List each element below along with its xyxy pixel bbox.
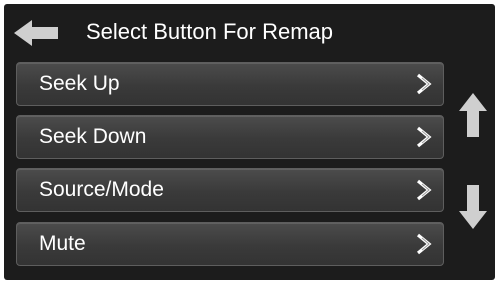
menu-item-label: Seek Down [39, 125, 147, 148]
menu-item-seek-up[interactable]: Seek Up [16, 62, 444, 106]
menu-item-label: Mute [39, 232, 86, 255]
chevron-right-icon [416, 179, 432, 201]
chevron-right-icon [416, 73, 432, 95]
menu-item-label: Source/Mode [39, 178, 164, 201]
menu-item-seek-down[interactable]: Seek Down [16, 115, 444, 159]
arrow-down-icon [459, 185, 487, 229]
chevron-right-icon [416, 126, 432, 148]
scroll-down-button[interactable] [454, 182, 492, 232]
menu-item-mute[interactable]: Mute [16, 222, 444, 266]
menu-item-label: Seek Up [39, 72, 120, 95]
back-button[interactable] [10, 16, 62, 50]
menu-item-source-mode[interactable]: Source/Mode [16, 168, 444, 212]
header-bar: Select Button For Remap [4, 4, 495, 60]
remap-screen: Select Button For Remap Seek Up Seek Dow… [4, 4, 495, 280]
chevron-right-icon [416, 233, 432, 255]
arrow-up-icon [459, 93, 487, 137]
scroll-up-button[interactable] [454, 90, 492, 140]
arrow-left-icon [14, 20, 58, 46]
page-title: Select Button For Remap [86, 19, 334, 44]
